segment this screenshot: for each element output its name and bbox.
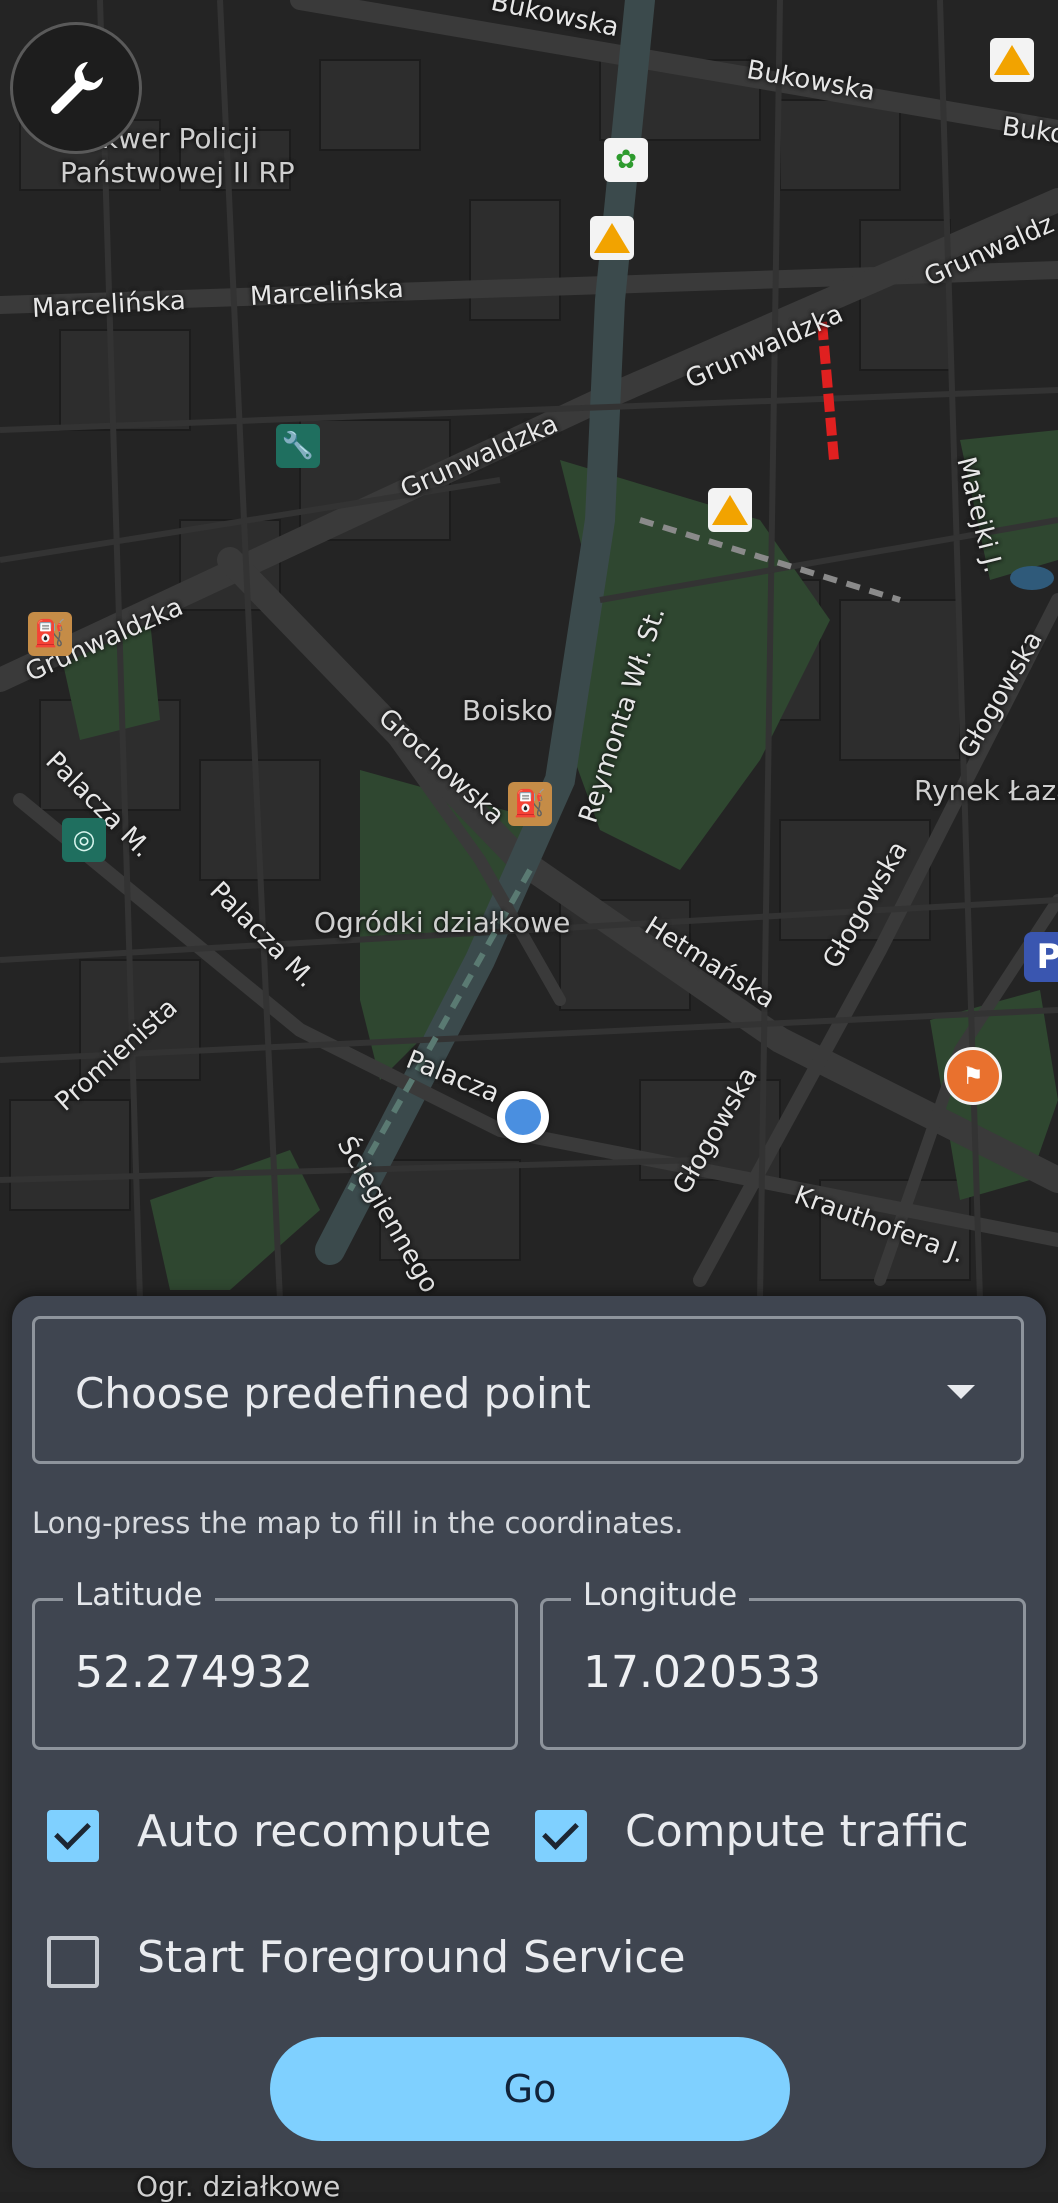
current-location-icon[interactable] xyxy=(497,1091,549,1143)
go-button[interactable]: Go xyxy=(270,2037,790,2141)
compute-traffic-label[interactable]: Compute traffic xyxy=(625,1806,969,1857)
car-repair-icon[interactable]: 🔧 xyxy=(276,424,320,468)
foreground-service-checkbox[interactable] xyxy=(47,1936,99,1988)
tools-button[interactable] xyxy=(10,22,142,154)
dropdown-arrow-icon xyxy=(947,1385,975,1399)
predefined-point-dropdown[interactable]: Choose predefined point xyxy=(32,1316,1024,1464)
latitude-value[interactable]: 52.274932 xyxy=(75,1647,313,1698)
auto-recompute-label[interactable]: Auto recompute xyxy=(137,1806,491,1857)
dropdown-placeholder: Choose predefined point xyxy=(75,1369,591,1418)
roadwork-icon[interactable] xyxy=(708,488,752,532)
place-label: Boisko xyxy=(462,694,554,727)
roadwork-icon[interactable] xyxy=(990,38,1034,82)
hint-text: Long-press the map to fill in the coordi… xyxy=(32,1506,684,1540)
tire-shop-icon[interactable]: ◎ xyxy=(62,818,106,862)
parking-icon[interactable]: P xyxy=(1024,932,1058,982)
fuel-station-icon[interactable]: ✿ xyxy=(604,138,648,182)
longitude-field[interactable]: Longitude 17.020533 xyxy=(540,1577,1026,1750)
latitude-label: Latitude xyxy=(63,1577,215,1613)
fuel-station-icon[interactable]: ⛽ xyxy=(508,782,552,826)
compute-traffic-checkbox[interactable] xyxy=(535,1810,587,1862)
roadwork-icon[interactable] xyxy=(590,216,634,260)
fuel-station-icon[interactable]: ⛽ xyxy=(28,612,72,656)
latitude-field[interactable]: Latitude 52.274932 xyxy=(32,1577,518,1750)
longitude-value[interactable]: 17.020533 xyxy=(583,1647,821,1698)
place-label: Ogr. działkowe xyxy=(136,2170,341,2203)
longitude-label: Longitude xyxy=(571,1577,750,1613)
place-label: Państwowej II RP xyxy=(60,156,295,189)
place-label: Rynek Łaza xyxy=(914,774,1058,807)
place-pin-icon[interactable]: ⚑ xyxy=(944,1047,1002,1105)
wrench-icon xyxy=(50,62,103,115)
route-panel: Choose predefined point Long-press the m… xyxy=(12,1296,1046,2168)
place-label: Ogródki działkowe xyxy=(314,906,571,939)
auto-recompute-checkbox[interactable] xyxy=(47,1810,99,1862)
foreground-service-label[interactable]: Start Foreground Service xyxy=(137,1932,686,1983)
